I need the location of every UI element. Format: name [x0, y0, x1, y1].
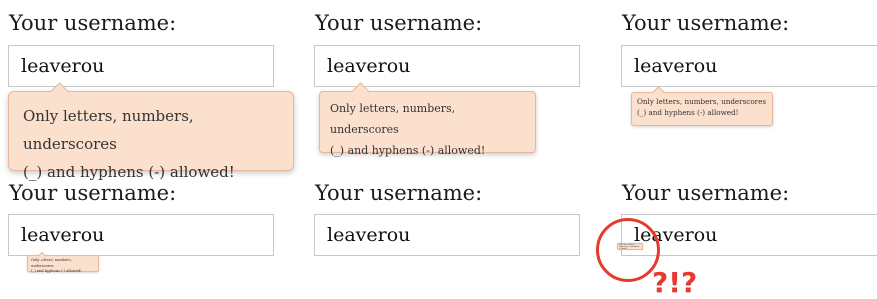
highlight-circle	[596, 218, 660, 282]
validation-tooltip: Only letters, numbers, underscores (_) a…	[8, 91, 294, 181]
username-input[interactable]: leaverou	[314, 45, 580, 87]
validation-tooltip: Only letters, numbers, underscores (_) a…	[319, 91, 536, 157]
tooltip-line-2: (_) and hyphens (-) allowed!	[637, 108, 739, 117]
tooltip-line-1: Only letters, numbers, underscores	[31, 258, 72, 268]
username-label: Your username:	[315, 181, 483, 205]
validation-tooltip: Only letters, numbers, underscores (_) a…	[27, 255, 99, 273]
username-label: Your username:	[9, 181, 177, 205]
annotation-text: ?!?	[652, 266, 698, 299]
validation-tooltip: Only letters, numbers, underscores (_) a…	[631, 92, 773, 126]
tooltip-line-1: Only letters, numbers, underscores	[330, 102, 456, 136]
tooltip-line-2: (_) and hyphens (-) allowed!	[23, 163, 235, 181]
username-label: Your username:	[622, 181, 790, 205]
tooltip-line-2: (_) and hyphens (-) allowed!	[330, 144, 486, 157]
tooltip-line-1: Only letters, numbers, underscores	[23, 107, 194, 153]
username-input[interactable]: leaverou	[8, 214, 274, 256]
username-input[interactable]: leaverou	[314, 214, 580, 256]
username-label: Your username:	[9, 11, 177, 35]
username-label: Your username:	[622, 11, 790, 35]
tooltip-line-2: (_) and hyphens (-) allowed!	[31, 269, 82, 273]
username-input[interactable]: leaverou	[621, 45, 877, 87]
username-input[interactable]: leaverou	[8, 45, 274, 87]
tooltip-line-1: Only letters, numbers, underscores	[637, 97, 767, 106]
username-label: Your username:	[315, 11, 483, 35]
